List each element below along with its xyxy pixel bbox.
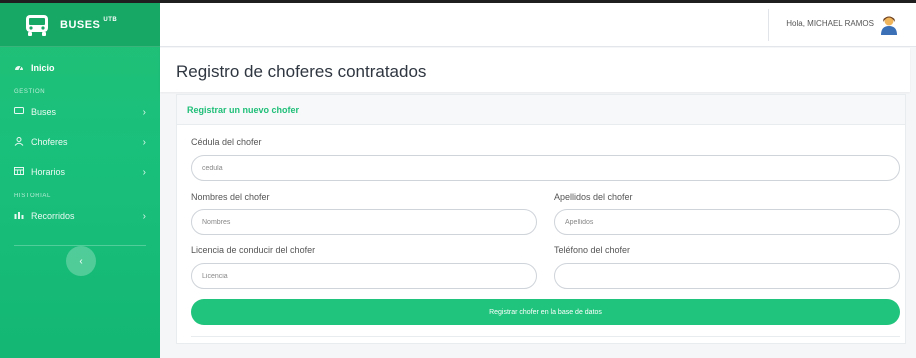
sidebar-item-label: Horarios (31, 167, 66, 177)
sidebar-item-inicio[interactable]: Inicio (0, 53, 160, 83)
card-header: Registrar un nuevo chofer (177, 95, 905, 125)
licencia-input[interactable] (191, 263, 537, 289)
licencia-label: Licencia de conducir del chofer (191, 245, 316, 255)
telefono-label: Teléfono del chofer (554, 245, 631, 255)
brand-suffix: UTB (103, 16, 118, 23)
chevron-right-icon: › (142, 136, 146, 148)
user-greeting[interactable]: Hola, MICHAEL RAMOS (786, 19, 874, 28)
chevron-right-icon: › (142, 166, 146, 178)
dashboard-icon (14, 63, 26, 73)
sidebar-item-choferes[interactable]: Choferes › (0, 127, 160, 157)
card-divider (191, 336, 900, 337)
sidebar-item-horarios[interactable]: Horarios › (0, 157, 160, 187)
nombres-label: Nombres del chofer (191, 192, 270, 202)
nombres-input[interactable] (191, 209, 537, 235)
page-header: Registro de choferes contratados (160, 48, 910, 92)
page-title: Registro de choferes contratados (176, 62, 427, 81)
sidebar-item-recorridos[interactable]: Recorridos › (0, 201, 160, 231)
user-avatar-icon[interactable] (880, 15, 898, 35)
section-gestion: GESTIÓN (14, 89, 46, 95)
brand-name: BUSES UTB (60, 16, 118, 31)
top-navbar: Hola, MICHAEL RAMOS (160, 3, 916, 47)
sidebar-item-label: Choferes (31, 137, 68, 147)
sidebar-item-label: Recorridos (31, 211, 75, 221)
cedula-label: Cédula del chofer (191, 137, 262, 147)
section-historial: HISTORIAL (14, 193, 51, 199)
chevron-left-icon: ‹ (79, 255, 83, 267)
chart-icon (14, 211, 26, 221)
sidebar-item-label: Inicio (31, 63, 55, 73)
navbar-divider (768, 9, 769, 41)
sidebar-item-buses[interactable]: Buses › (0, 97, 160, 127)
register-driver-button[interactable]: Registrar chofer en la base de datos (191, 299, 900, 325)
telefono-input[interactable] (554, 263, 900, 289)
bus-logo-icon (26, 14, 48, 36)
chevron-right-icon: › (142, 106, 146, 118)
chevron-right-icon: › (142, 210, 146, 222)
apellidos-input[interactable] (554, 209, 900, 235)
sidebar-collapse-button[interactable]: ‹ (66, 246, 96, 276)
cedula-input[interactable] (191, 155, 900, 181)
calendar-icon (14, 167, 26, 177)
brand[interactable]: BUSES UTB (0, 3, 160, 47)
sidebar-item-label: Buses (31, 107, 57, 117)
sidebar: BUSES UTB Inicio GESTIÓN Buses › Choferes… (0, 3, 160, 358)
bus-icon (14, 107, 26, 117)
apellidos-label: Apellidos del chofer (554, 192, 633, 202)
driver-form-card: Registrar un nuevo chofer Cédula del cho… (176, 94, 906, 344)
user-icon (14, 136, 26, 148)
